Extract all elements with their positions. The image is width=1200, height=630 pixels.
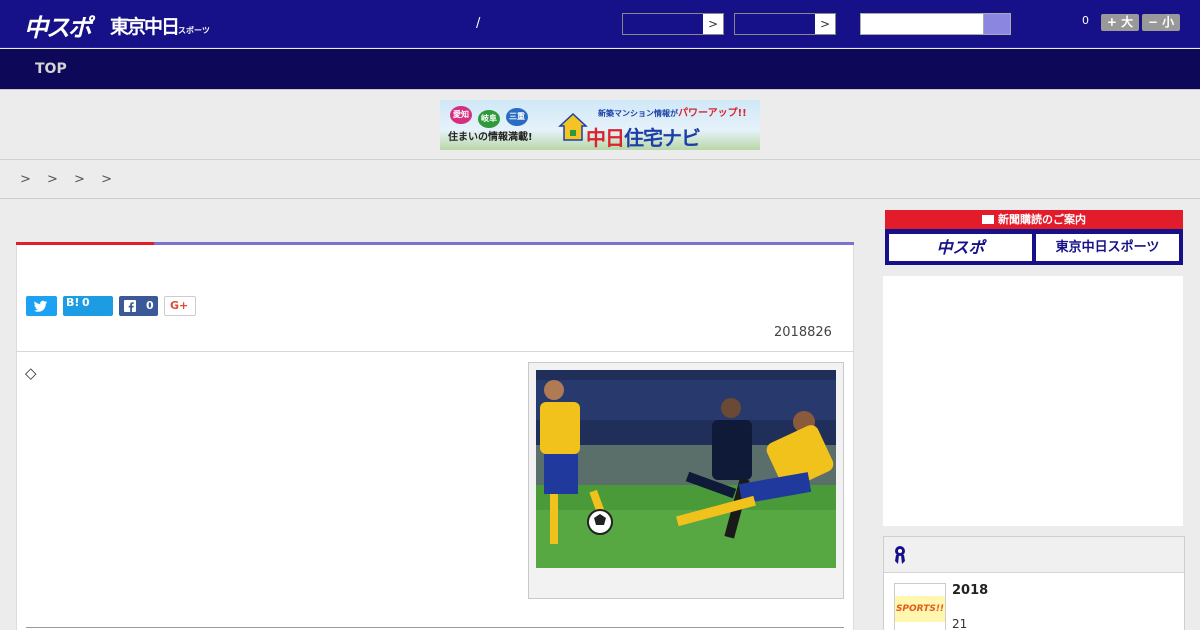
ranking-header [884,537,1184,573]
twitter-share-button[interactable] [26,296,57,316]
ranking-box: SPORTS!! 2018 21 [883,536,1185,630]
section-select-1-field[interactable] [623,14,703,34]
sidebar-ad-slot[interactable] [883,276,1183,526]
tokyo-logo-main: 東京中日 [110,16,180,38]
subscription-box: 新聞購読のご案内 中スポ 東京中日スポーツ [885,210,1183,265]
banner-top-main: 新築マンション情報が [598,109,678,118]
banner-title-blue: 住宅ナビ [624,126,701,150]
banner-left-text: 住まいの情報満載! [448,132,533,143]
chevron-right-icon[interactable]: > [815,14,835,34]
section-select-2[interactable]: > [734,13,836,35]
search-button[interactable] [983,13,1011,35]
facebook-count: 0 [146,299,154,312]
main-nav: TOP [0,49,1200,90]
section-select-1[interactable]: > [622,13,724,35]
article-divider [16,351,854,352]
hatena-bookmark-button[interactable]: B! 0 [63,296,113,316]
ribbon-icon [895,546,905,564]
ranking-thumbnail[interactable]: SPORTS!! [894,583,946,630]
font-size-count: 0 [1082,14,1089,27]
banner-title-red: 中日 [586,126,625,150]
ranking-item-title[interactable]: 2018 [952,583,988,598]
hatena-count: 0 [82,296,90,309]
soccer-photo[interactable] [536,370,836,568]
banner-top-emph: パワーアップ!! [678,108,747,119]
search-input[interactable] [860,13,984,35]
subscription-header: 新聞購読のご案内 [885,210,1183,229]
chevron-right-icon[interactable]: > [703,14,723,34]
google-plus-icon: G+ [170,299,189,312]
font-larger-button[interactable]: + 大 [1101,14,1139,31]
banner-area: 愛知 岐阜 三重 住まいの情報満載! 新築マンション情報がパワーアップ!! 中日… [0,90,1200,160]
subscribe-chuspo-button[interactable]: 中スポ [888,233,1033,262]
banner-title: 中日住宅ナビ [586,122,701,150]
tokyo-logo-sub: スポーツ [178,26,210,35]
subscription-header-text: 新聞購読のご案内 [998,213,1086,226]
banner-pill-mie: 三重 [506,108,528,126]
nav-item-top[interactable]: TOP [35,61,67,77]
section-select-2-field[interactable] [735,14,815,34]
banner-pill-gifu: 岐阜 [478,110,500,128]
site-header: 中スポ 東京中日スポーツ / > > 0 + 大 − 小 [0,0,1200,48]
soccer-photo-image [536,370,836,568]
facebook-share-button[interactable]: 0 [119,296,158,316]
house-icon [558,112,588,141]
facebook-icon [124,300,136,312]
hatena-icon: B! [66,296,80,309]
newspaper-icon [982,215,994,224]
breadcrumb-bar: > > > > [0,161,1200,199]
ranking-thumb-label: SPORTS!! [895,596,945,622]
article-bottom-rule [26,627,844,628]
tokyo-chunichi-logo[interactable]: 東京中日スポーツ [110,12,210,39]
article-date: 2018826 [774,325,832,340]
twitter-icon [34,300,47,312]
chuspo-logo[interactable]: 中スポ [24,8,92,43]
breadcrumb[interactable]: > > > > [20,172,118,187]
banner-top-text: 新築マンション情報がパワーアップ!! [598,104,747,119]
housing-navi-banner[interactable]: 愛知 岐阜 三重 住まいの情報満載! 新築マンション情報がパワーアップ!! 中日… [440,100,760,150]
header-slash: / [476,16,481,31]
ranking-item-sub: 21 [952,617,968,630]
google-plus-share-button[interactable]: G+ [164,296,196,316]
article-lead-marker: ◇ [25,364,37,382]
font-smaller-button[interactable]: − 小 [1142,14,1180,31]
banner-pill-aichi: 愛知 [450,106,472,124]
subscribe-tokyo-button[interactable]: 東京中日スポーツ [1035,233,1180,262]
article-top-line-accent [16,242,154,245]
